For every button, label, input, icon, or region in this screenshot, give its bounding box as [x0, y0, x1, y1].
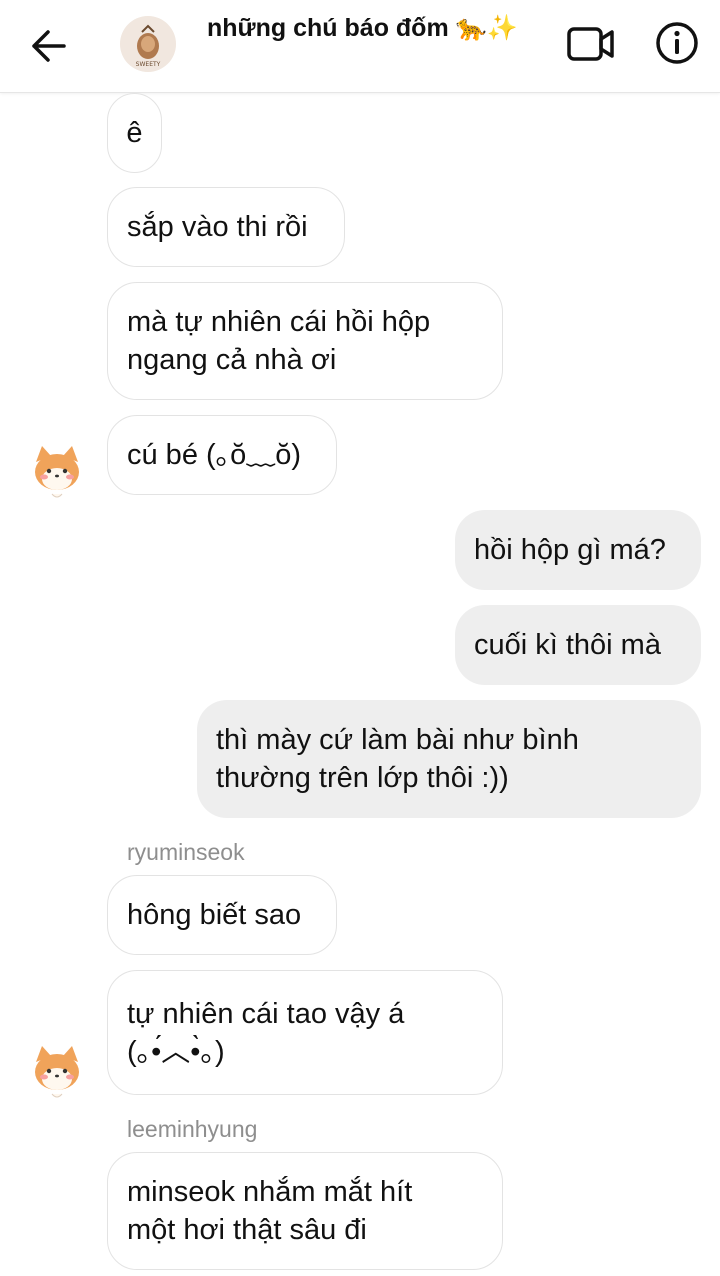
message-bubble[interactable]: minseok nhắm mắt hít một hơi thật sâu đi — [107, 1152, 503, 1270]
sender-name: ryuminseok — [127, 839, 245, 865]
message-bubble-own[interactable]: hồi hộp gì má? — [455, 510, 701, 590]
message-bubble-own[interactable]: thì mày cứ làm bài như bình thường trên … — [197, 700, 701, 818]
video-call-icon[interactable] — [566, 24, 616, 64]
message-bubble[interactable]: sắp vào thi rồi — [107, 187, 345, 267]
message-bubble[interactable]: ê — [107, 93, 162, 173]
group-avatar-label: SWEETY — [136, 61, 161, 68]
chat-header: SWEETY những chú báo đốm 🐆✨ — [0, 0, 720, 93]
message-bubble[interactable]: tự nhiên cái tao vậy á (｡•́︿•̀｡) — [107, 970, 503, 1095]
message-bubble[interactable]: hông biết sao — [107, 875, 337, 955]
shiba-avatar[interactable] — [26, 1040, 88, 1102]
back-arrow-icon[interactable] — [28, 28, 68, 64]
message-bubble-own[interactable]: cuối kì thôi mà — [455, 605, 701, 685]
sender-name: leeminhyung — [127, 1116, 258, 1142]
message-bubble[interactable]: cú bé (｡ŏ﹏ŏ) — [107, 415, 337, 495]
shiba-avatar[interactable] — [26, 440, 88, 502]
group-avatar[interactable]: SWEETY — [120, 16, 176, 72]
info-icon[interactable] — [654, 20, 700, 66]
message-bubble[interactable]: mà tự nhiên cái hồi hộp ngang cả nhà ơi — [107, 282, 503, 400]
chat-title[interactable]: những chú báo đốm 🐆✨ — [207, 14, 518, 43]
